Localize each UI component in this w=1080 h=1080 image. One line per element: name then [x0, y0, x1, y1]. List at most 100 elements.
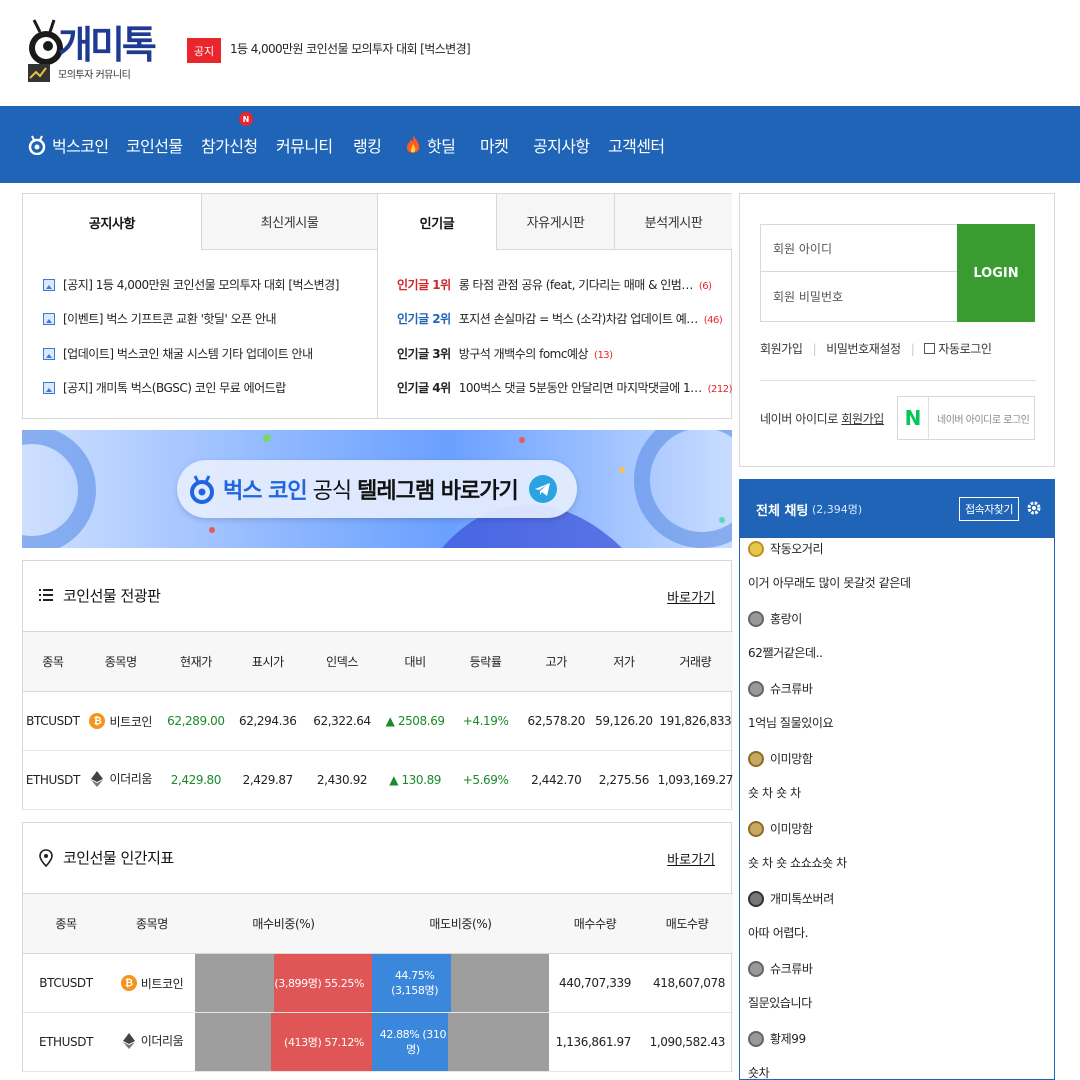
banner-brand: 벅스 코인: [223, 479, 308, 504]
notice-tag: [공지]: [63, 381, 93, 395]
chat-count: (2,394명): [812, 503, 863, 516]
col-header: 매도비중(%): [372, 893, 549, 954]
nav-notice[interactable]: 공지사항: [533, 106, 590, 183]
notice-title: 벅스 기프트콘 교환 '핫딜' 오픈 안내: [106, 312, 277, 326]
chat-nickname[interactable]: 황제99: [748, 1030, 806, 1047]
notice-row[interactable]: [업데이트] 벅스코인 채굴 시스템 기타 업데이트 안내: [43, 345, 313, 362]
section-title: 코인선물 전광판: [63, 587, 161, 605]
notice-title: 벅스코인 채굴 시스템 기타 업데이트 안내: [116, 347, 313, 361]
col-header: 고가: [522, 631, 591, 692]
chat-message: 62쨀거같은데..: [748, 646, 823, 660]
tab-notice[interactable]: 공지사항: [23, 194, 201, 250]
nav-support[interactable]: 고객센터: [608, 106, 665, 183]
table-row[interactable]: ETHUSDT 이더리움 2,429.80 2,429.87 2,430.92 …: [23, 750, 733, 810]
ethereum-icon: [121, 1032, 137, 1049]
reset-password-link[interactable]: 비밀번호재설정: [826, 340, 901, 357]
logo-text: 개미톡: [58, 23, 157, 67]
fire-icon: [406, 134, 420, 153]
cell-current: 62,289.00: [158, 691, 234, 751]
naver-signup-link[interactable]: 회원가입: [841, 412, 884, 426]
board-tabs-panel: 공지사항 최신게시물 인기글 자유게시판 분석게시판 [공지] 1등 4,000…: [22, 193, 733, 419]
notice-row[interactable]: [이벤트] 벅스 기프트콘 교환 '핫딜' 오픈 안내: [43, 310, 277, 327]
auto-login-checkbox[interactable]: [924, 343, 936, 354]
image-icon: [43, 278, 55, 291]
nav-label: 핫딜: [427, 136, 456, 156]
nav-bugs-coin[interactable]: 벅스코인: [28, 106, 109, 183]
level-icon: [748, 820, 764, 837]
separator: |: [910, 341, 915, 356]
gear-icon[interactable]: [1026, 500, 1042, 516]
chat-nickname[interactable]: 개미톡쏘버려: [748, 890, 834, 907]
password-field[interactable]: 회원 비밀번호: [760, 272, 958, 322]
more-link[interactable]: 바로가기: [667, 587, 715, 606]
popular-row[interactable]: 인기글 1위 롱 타점 관점 공유 (feat, 기다리는 매매 & 인범… (6): [397, 276, 712, 293]
notice-row[interactable]: [공지] 개미톡 벅스(BGSC) 코인 무료 에어드랍: [43, 379, 286, 396]
user-id-field[interactable]: 회원 아이디: [760, 224, 958, 272]
site-logo[interactable]: 개미톡 모의투자 커뮤니티: [24, 14, 157, 88]
nickname-text: 황제99: [770, 1032, 806, 1046]
popular-row[interactable]: 인기글 3위 방구석 개백수의 fomc예상 (13): [397, 345, 613, 362]
divider: [760, 380, 1036, 381]
comment-count: (13): [594, 350, 613, 361]
comment-count: (46): [703, 315, 723, 326]
notice-ticker[interactable]: 1등 4,000만원 코인선물 모의투자 대회 [벅스변경]: [230, 40, 471, 57]
nav-ranking[interactable]: 랭킹: [353, 106, 382, 183]
nav-community[interactable]: 커뮤니티: [276, 106, 333, 183]
login-button[interactable]: LOGIN: [957, 224, 1035, 322]
nav-label: 벅스코인: [52, 136, 109, 156]
sell-ratio-bar: 42.88% (310명): [372, 1013, 448, 1071]
popular-rank: 인기글 4위: [397, 381, 451, 395]
chat-nickname[interactable]: 작동오거리: [748, 540, 824, 557]
popular-row[interactable]: 인기글 4위 100벅스 댓글 5분동안 안달리면 마지막댓글에 1… (212): [397, 379, 733, 396]
level-icon: [748, 750, 764, 767]
naver-login-button[interactable]: N 네이버 아이디로 로그인: [897, 396, 1035, 440]
comment-count: (212): [707, 384, 733, 395]
chat-nickname[interactable]: 이미망함: [748, 820, 813, 837]
chat-nickname[interactable]: 슈크류바: [748, 960, 813, 977]
cell-name: ₿ 비트코인: [109, 953, 195, 1013]
location-pin-icon: [39, 849, 53, 867]
image-icon: [43, 347, 55, 360]
popular-title: 포지션 손실마감 = 벅스 (소각)차감 업데이트 예…: [458, 312, 699, 326]
more-link[interactable]: 바로가기: [667, 849, 715, 868]
banner-pill: 벅스 코인 공식 텔레그램 바로가기: [177, 460, 577, 518]
nickname-text: 개미톡쏘버려: [770, 892, 834, 906]
col-header: 매수비중(%): [195, 893, 372, 954]
sell-ratio-cell: 42.88% (310명): [372, 1012, 549, 1072]
col-header: 종목: [23, 893, 109, 954]
notice-row[interactable]: [공지] 1등 4,000만원 코인선물 모의투자 대회 [벅스변경]: [43, 276, 339, 293]
tab-latest[interactable]: 최신게시물: [201, 194, 377, 250]
table-row[interactable]: ETHUSDT 이더리움 (413명) 57.12% 42.88% (310명)…: [23, 1012, 733, 1072]
chat-messages[interactable]: 작동오거리 이거 아무래도 많이 못갈것 같은데 홍랑이 62쨀거같은데.. 슈…: [740, 538, 1054, 1079]
chat-nickname[interactable]: 이미망함: [748, 750, 813, 767]
cell-volume: 1,093,169.27: [657, 750, 733, 810]
chat-nickname[interactable]: 슈크류바: [748, 680, 813, 697]
futures-table: 종목 종목명 현재가 표시가 인덱스 대비 등락률 고가 저가 거래량 BTCU…: [23, 631, 733, 810]
table-row[interactable]: BTCUSDT ₿ 비트코인 62,289.00 62,294.36 62,322…: [23, 691, 733, 751]
cell-mark: 2,429.87: [233, 750, 303, 810]
popular-rank: 인기글 1위: [397, 278, 451, 292]
cell-mark: 62,294.36: [233, 691, 303, 751]
top-header: 개미톡 모의투자 커뮤니티 공지 1등 4,000만원 코인선물 모의투자 대회…: [0, 0, 1080, 106]
telegram-banner[interactable]: 벅스 코인 공식 텔레그램 바로가기: [22, 430, 732, 548]
level-icon: [748, 1030, 764, 1047]
popular-row[interactable]: 인기글 2위 포지션 손실마감 = 벅스 (소각)차감 업데이트 예… (46): [397, 310, 723, 327]
signup-link[interactable]: 회원가입: [760, 340, 803, 357]
nav-coin-futures[interactable]: 코인선물: [126, 106, 183, 183]
section-title: 코인선물 인간지표: [63, 849, 174, 867]
level-icon: [748, 610, 764, 627]
col-header: 거래량: [657, 631, 733, 692]
new-badge: N: [239, 112, 253, 126]
chat-nickname[interactable]: 홍랑이: [748, 610, 802, 627]
nickname-text: 홍랑이: [770, 612, 802, 626]
popular-title: 100벅스 댓글 5분동안 안달리면 마지막댓글에 1…: [458, 381, 702, 395]
nav-hotdeal[interactable]: 핫딜: [405, 106, 456, 183]
nickname-text: 이미망함: [770, 752, 813, 766]
nickname-text: 슈크류바: [770, 682, 813, 696]
col-header: 매수수량: [549, 893, 641, 954]
nav-market[interactable]: 마켓: [480, 106, 509, 183]
image-icon: [43, 312, 55, 325]
nav-label: 코인선물: [126, 136, 183, 156]
find-user-button[interactable]: 접속자찾기: [959, 497, 1019, 521]
table-row[interactable]: BTCUSDT ₿ 비트코인 (3,899명) 55.25% 44.75% (3,…: [23, 953, 733, 1013]
